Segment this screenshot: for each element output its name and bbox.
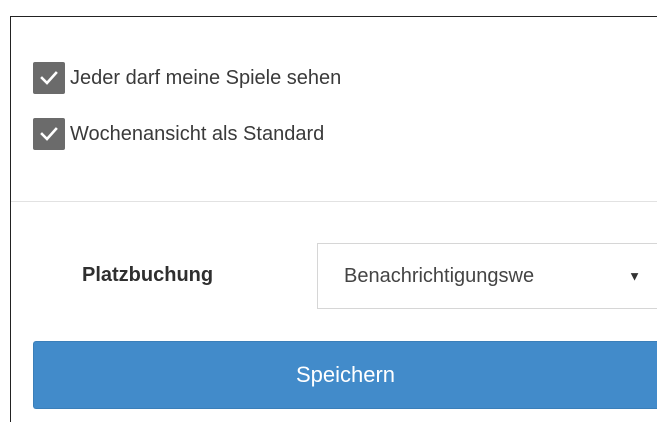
checkbox-label: Wochenansicht als Standard [70,122,325,145]
booking-notification-select[interactable]: Benachrichtigungswe ▼ [317,243,657,309]
checkbox-checked-icon[interactable] [33,118,65,150]
section-divider [11,201,657,202]
checkbox-public-games[interactable]: Jeder darf meine Spiele sehen [33,62,341,94]
booking-label: Platzbuchung [82,264,214,286]
select-value: Benachrichtigungswe [344,264,535,287]
caret-down-icon: ▼ [628,268,641,284]
checkbox-label: Jeder darf meine Spiele sehen [70,66,342,89]
save-button[interactable]: Speichern [33,341,657,409]
checkbox-week-view-default[interactable]: Wochenansicht als Standard [33,118,324,150]
settings-panel: Jeder darf meine Spiele sehen Wochenansi… [10,16,657,422]
checkbox-checked-icon[interactable] [33,62,65,94]
